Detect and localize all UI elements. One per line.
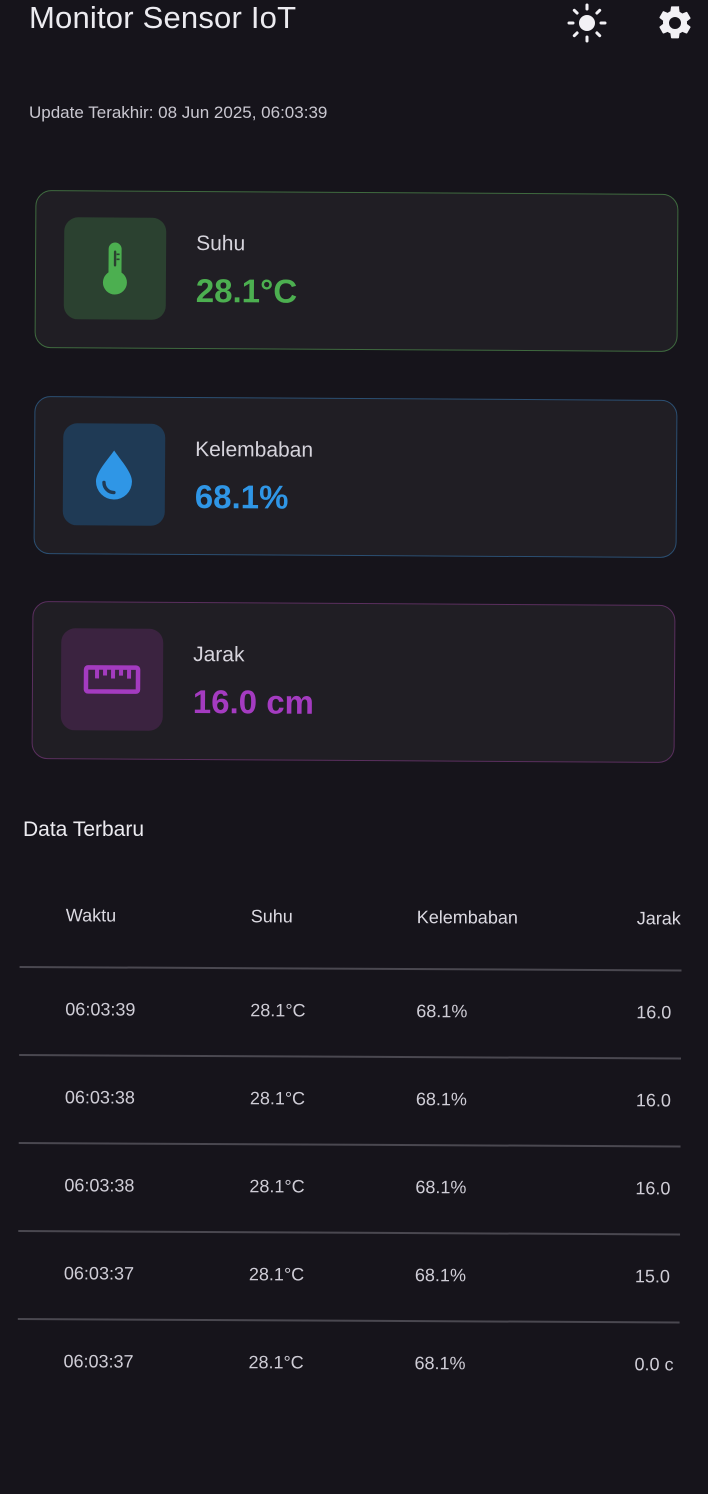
settings-button[interactable] [653,1,697,45]
sun-icon [567,3,607,43]
column-header-waktu: Waktu [65,905,117,926]
cell-suhu: 28.1°C [248,1352,304,1373]
cell-waktu: 06:03:39 [65,999,136,1020]
app-screen: Monitor Sensor IoT Update Terakhir: 08 J… [0,0,708,1494]
cell-waktu: 06:03:38 [64,1175,135,1196]
row-divider [19,965,682,971]
column-header-jarak: Jarak [636,908,681,929]
gear-icon [659,6,691,39]
recent-data-title: Data Terbaru [23,818,145,841]
distance-card: Jarak 16.0 cm [31,601,676,763]
cell-kelembaban: 68.1% [414,1265,467,1286]
column-header-kelembaban: Kelembaban [416,907,518,928]
row-divider [17,1317,680,1323]
cell-suhu: 28.1°C [249,1088,306,1109]
cell-kelembaban: 68.1% [416,1001,468,1022]
cell-waktu: 06:03:37 [63,1263,135,1284]
column-header-suhu: Suhu [250,906,293,927]
cell-jarak: 0.0 c [634,1354,674,1375]
cell-jarak: 16.0 [635,1090,671,1111]
cell-suhu: 28.1°C [248,1264,305,1285]
row-divider [18,1229,681,1235]
distance-value: 16.0 cm [192,683,315,721]
cell-kelembaban: 68.1% [415,1089,467,1110]
cell-jarak: 15.0 [634,1266,671,1287]
humidity-value: 68.1% [194,478,289,516]
temperature-label: Suhu [196,232,246,256]
distance-label: Jarak [193,643,245,667]
humidity-icon-box [62,423,166,526]
cell-kelembaban: 68.1% [415,1177,467,1198]
thermometer-icon [102,242,127,295]
cell-jarak: 16.0 [636,1002,672,1023]
temperature-card: Suhu 28.1°C [34,190,679,352]
cell-suhu: 28.1°C [250,1000,306,1021]
cell-waktu: 06:03:38 [64,1087,135,1108]
ruler-icon [83,665,141,694]
cell-kelembaban: 68.1% [414,1353,466,1374]
temperature-icon-box [63,217,167,320]
cell-suhu: 28.1°C [249,1176,305,1197]
temperature-value: 28.1°C [195,272,298,310]
theme-toggle-button[interactable] [565,1,609,45]
distance-icon-box [60,628,164,731]
last-update-text: Update Terakhir: 08 Jun 2025, 06:03:39 [29,103,328,122]
water-drop-icon [95,450,132,500]
humidity-card: Kelembaban 68.1% [33,396,678,558]
cell-jarak: 16.0 [635,1178,671,1199]
row-divider [19,1053,682,1059]
cell-waktu: 06:03:37 [63,1351,134,1372]
humidity-label: Kelembaban [195,438,314,462]
app-title: Monitor Sensor IoT [29,0,297,35]
recent-data-table: Waktu Suhu Kelembaban Jarak 06:03:39 28.… [17,880,682,1423]
row-divider [18,1141,681,1147]
app-bar: Monitor Sensor IoT [0,0,708,60]
